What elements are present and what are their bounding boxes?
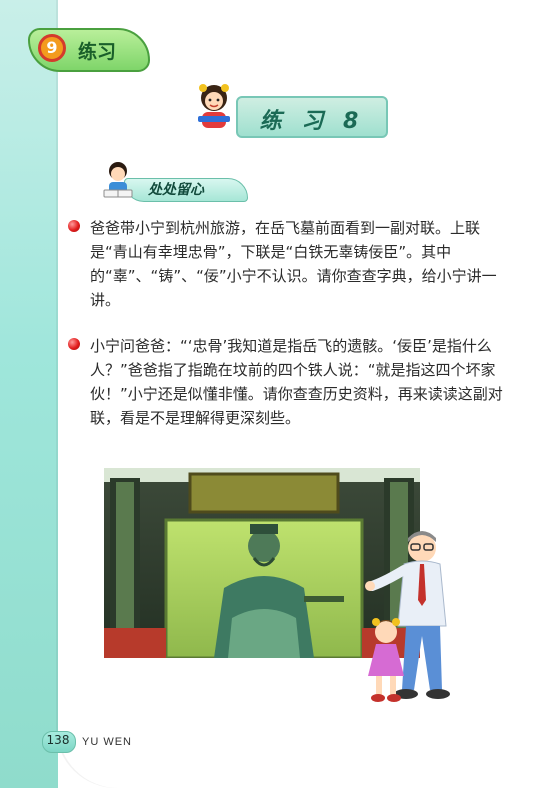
bullet-icon	[68, 220, 80, 232]
page-number: 138	[46, 733, 70, 747]
reading-boy-icon	[103, 162, 133, 198]
paragraph-2: 小宁问爸爸：“‘忠骨’我知道是指岳飞的遗骸。‘佞臣’是指什么人？”爸爸指了指跪在…	[68, 334, 510, 430]
side-band	[0, 0, 58, 788]
paragraph-1-text: 爸爸带小宁到杭州旅游，在岳飞墓前面看到一副对联。上联是“青山有幸埋忠骨”，下联是…	[90, 219, 497, 309]
title-box: 练 习 8	[236, 96, 388, 138]
bullet-icon	[68, 338, 80, 350]
section-tab-label: 练习	[78, 41, 117, 63]
paragraph-1: 爸爸带小宁到杭州旅游，在岳飞墓前面看到一副对联。上联是“青山有幸埋忠骨”，下联是…	[68, 216, 510, 312]
page-number-badge: 138	[42, 731, 76, 753]
exercise-title: 练 习 8	[192, 82, 392, 138]
subject-label: YU WEN	[82, 736, 132, 748]
girl-mascot-icon	[198, 84, 230, 128]
sub-heading: 处处留心	[100, 160, 250, 202]
title-text: 练 习 8	[259, 109, 365, 134]
sub-heading-label: 处处留心	[148, 182, 204, 198]
section-badge-icon: 9	[38, 34, 66, 62]
father-daughter-illustration	[365, 531, 450, 702]
section-tab: 9 练习	[28, 28, 150, 72]
paragraph-2-text: 小宁问爸爸：“‘忠骨’我知道是指岳飞的遗骸。‘佞臣’是指什么人？”爸爸指了指跪在…	[90, 337, 503, 427]
